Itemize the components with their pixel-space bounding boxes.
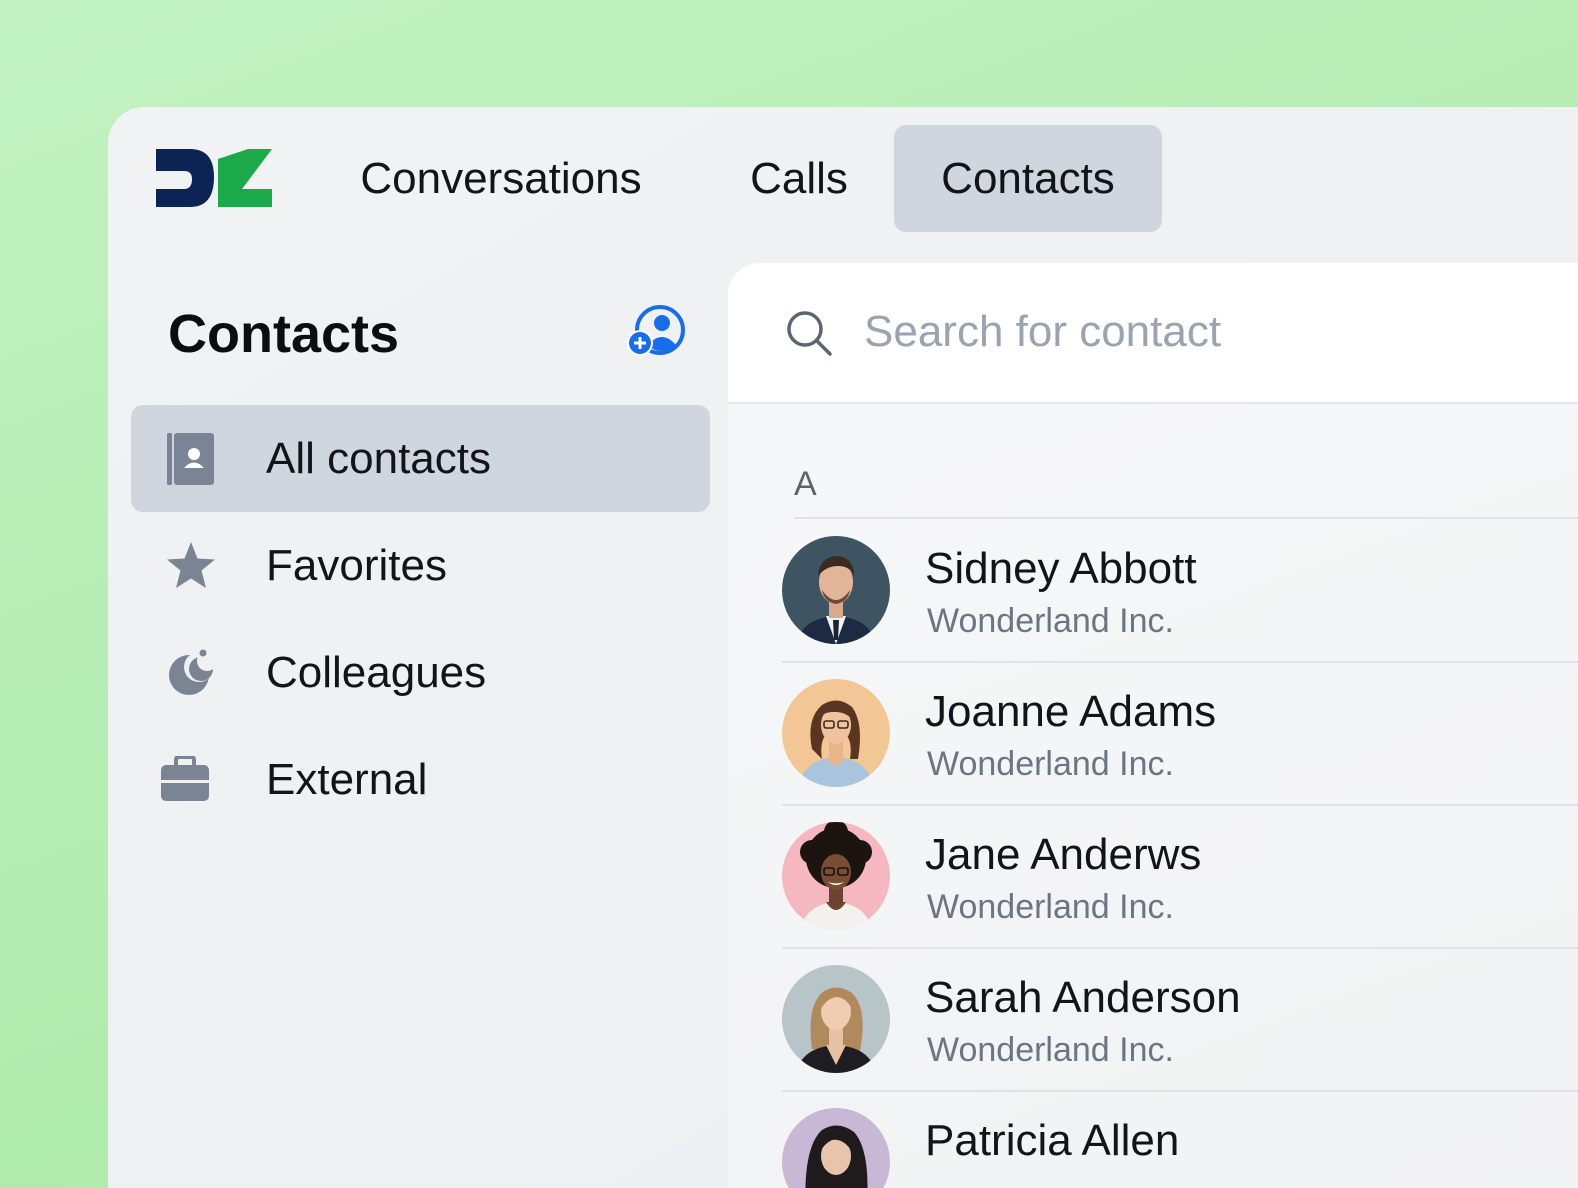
tab-conversations[interactable]: Conversations [336, 125, 666, 232]
briefcase-icon [157, 752, 213, 808]
avatar [782, 822, 890, 930]
avatar [782, 1108, 890, 1188]
contacts-panel: A Sidney Abbott Wonderland Inc. [728, 263, 1578, 1188]
tab-contacts-label: Contacts [941, 153, 1115, 203]
tab-contacts[interactable]: Contacts [894, 125, 1162, 232]
section-letter: A [794, 465, 817, 503]
sidebar-item-label: External [266, 754, 428, 804]
contact-name: Sidney Abbott [925, 544, 1197, 593]
contact-name: Patricia Allen [925, 1116, 1180, 1165]
avatar [782, 679, 890, 787]
tab-calls-label: Calls [750, 153, 848, 203]
contact-book-icon [163, 431, 219, 487]
contact-company: Wonderland Inc. [927, 602, 1174, 640]
contact-company: Wonderland Inc. [927, 745, 1174, 783]
contact-row[interactable]: Joanne Adams Wonderland Inc. [782, 663, 1578, 806]
sidebar-item-label: Colleagues [266, 647, 487, 697]
sidebar-title: Contacts [168, 304, 400, 364]
contact-name: Jane Anderws [925, 830, 1202, 879]
contact-name: Sarah Anderson [925, 973, 1241, 1022]
star-icon [163, 538, 219, 594]
contact-row[interactable]: Jane Anderws Wonderland Inc. [782, 806, 1578, 949]
search-input[interactable] [864, 301, 1564, 363]
dialpad-logo[interactable] [156, 149, 274, 209]
contact-row[interactable]: Patricia Allen [782, 1092, 1578, 1188]
contact-company: Wonderland Inc. [927, 888, 1174, 926]
contact-row[interactable]: Sarah Anderson Wonderland Inc. [782, 949, 1578, 1092]
sidebar-item-favorites[interactable]: Favorites [131, 512, 710, 619]
colleagues-icon [163, 645, 219, 701]
avatar [782, 965, 890, 1073]
sidebar-item-external[interactable]: External [131, 726, 710, 833]
contact-row[interactable]: Sidney Abbott Wonderland Inc. [782, 520, 1578, 663]
sidebar-item-label: Favorites [266, 540, 447, 590]
tab-calls[interactable]: Calls [720, 125, 878, 232]
add-contact-icon[interactable] [626, 305, 690, 361]
search-icon [787, 311, 832, 356]
sidebar-item-all-contacts[interactable]: All contacts [131, 405, 710, 512]
app-window: Conversations Calls Contacts Contacts Al… [108, 107, 1578, 1188]
section-divider [794, 517, 1578, 519]
avatar [782, 536, 890, 644]
tab-conversations-label: Conversations [360, 153, 642, 203]
contact-name: Joanne Adams [925, 687, 1217, 736]
contact-company: Wonderland Inc. [927, 1031, 1174, 1069]
search-bar [728, 263, 1578, 404]
sidebar-item-colleagues[interactable]: Colleagues [131, 619, 710, 726]
sidebar-item-label: All contacts [266, 433, 491, 483]
